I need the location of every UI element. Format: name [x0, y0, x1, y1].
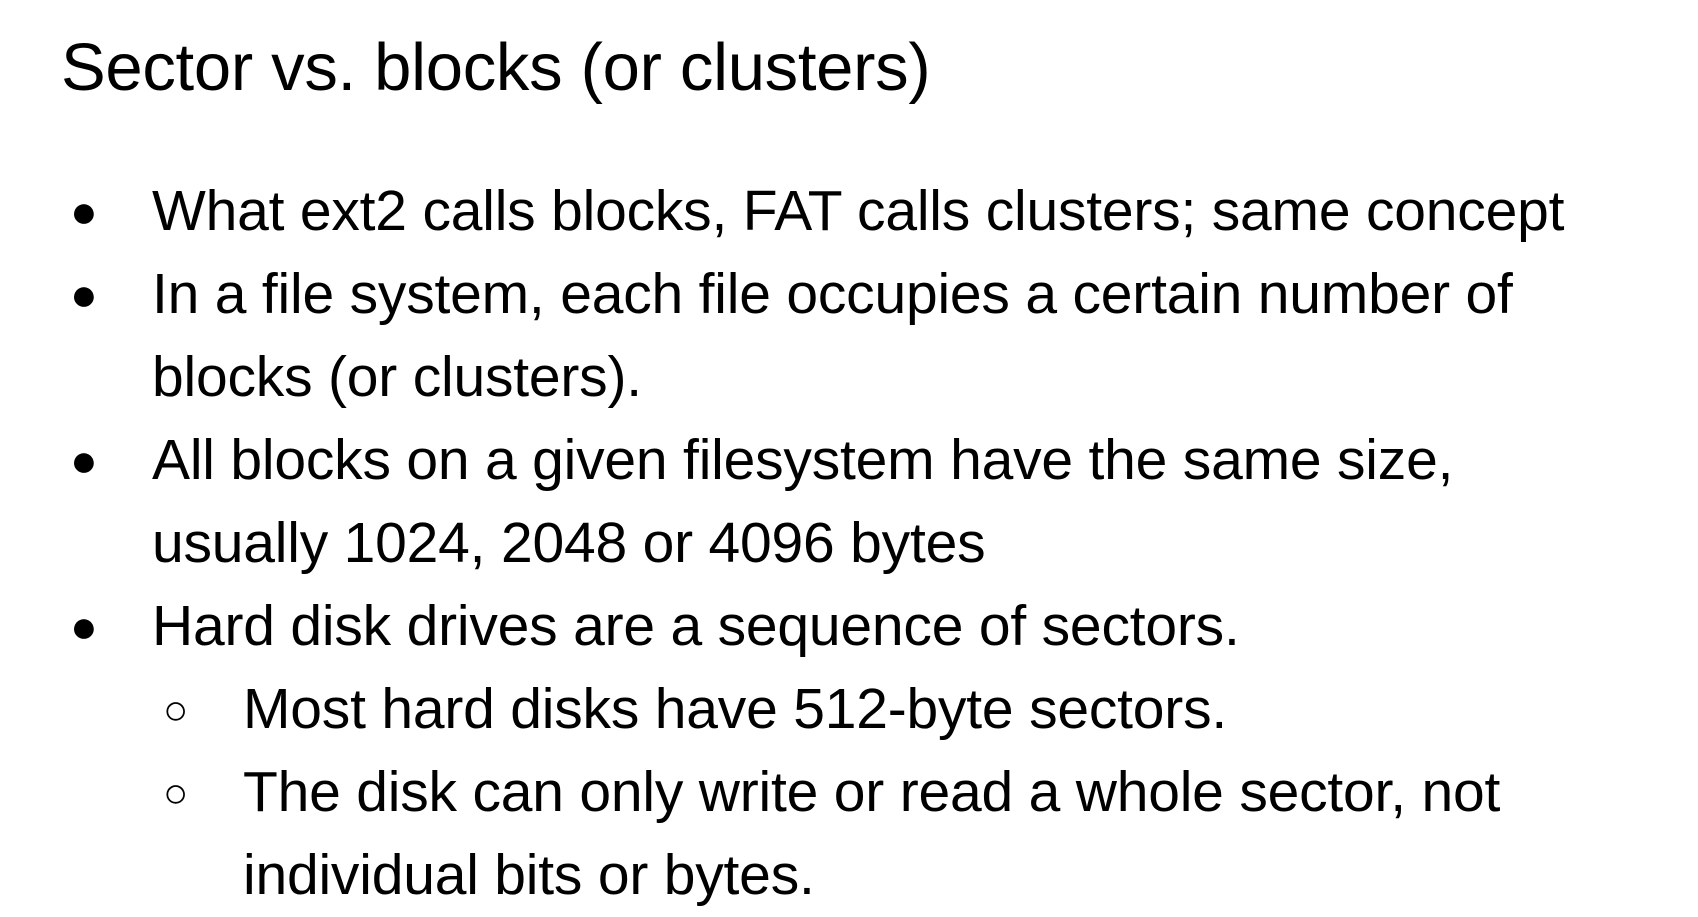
bullet-marker: ●: [70, 268, 98, 320]
slide-title: Sector vs. blocks (or clusters): [61, 30, 931, 105]
sub-bullet-item: ○ The disk can only write or read a whol…: [0, 751, 1698, 917]
sub-bullet-text-continued: individual bits or bytes.: [243, 843, 815, 907]
bullet-item: ● What ext2 calls blocks, FAT calls clus…: [0, 170, 1698, 253]
bullet-item: ● In a file system, each file occupies a…: [0, 253, 1698, 419]
bullet-list: ● What ext2 calls blocks, FAT calls clus…: [0, 170, 1698, 917]
bullet-text: Hard disk drives are a sequence of secto…: [152, 594, 1240, 658]
bullet-marker: ●: [70, 600, 98, 652]
bullet-item: ● All blocks on a given filesystem have …: [0, 419, 1698, 585]
sub-bullet-text: The disk can only write or read a whole …: [243, 760, 1501, 824]
bullet-text-continued: usually 1024, 2048 or 4096 bytes: [152, 511, 986, 575]
sub-bullet-text: Most hard disks have 512-byte sectors.: [243, 677, 1228, 741]
bullet-text: In a file system, each file occupies a c…: [152, 262, 1513, 326]
bullet-text: What ext2 calls blocks, FAT calls cluste…: [152, 179, 1565, 243]
bullet-text: All blocks on a given filesystem have th…: [152, 428, 1454, 492]
bullet-text-continued: blocks (or clusters).: [152, 345, 642, 409]
bullet-marker: ●: [70, 185, 98, 237]
bullet-marker: ●: [70, 434, 98, 486]
bullet-item: ● Hard disk drives are a sequence of sec…: [0, 585, 1698, 668]
sub-bullet-marker: ○: [163, 686, 189, 733]
sub-bullet-item: ○ Most hard disks have 512-byte sectors.: [0, 668, 1698, 751]
slide: Sector vs. blocks (or clusters) ● What e…: [0, 0, 1698, 914]
sub-bullet-marker: ○: [163, 769, 189, 816]
